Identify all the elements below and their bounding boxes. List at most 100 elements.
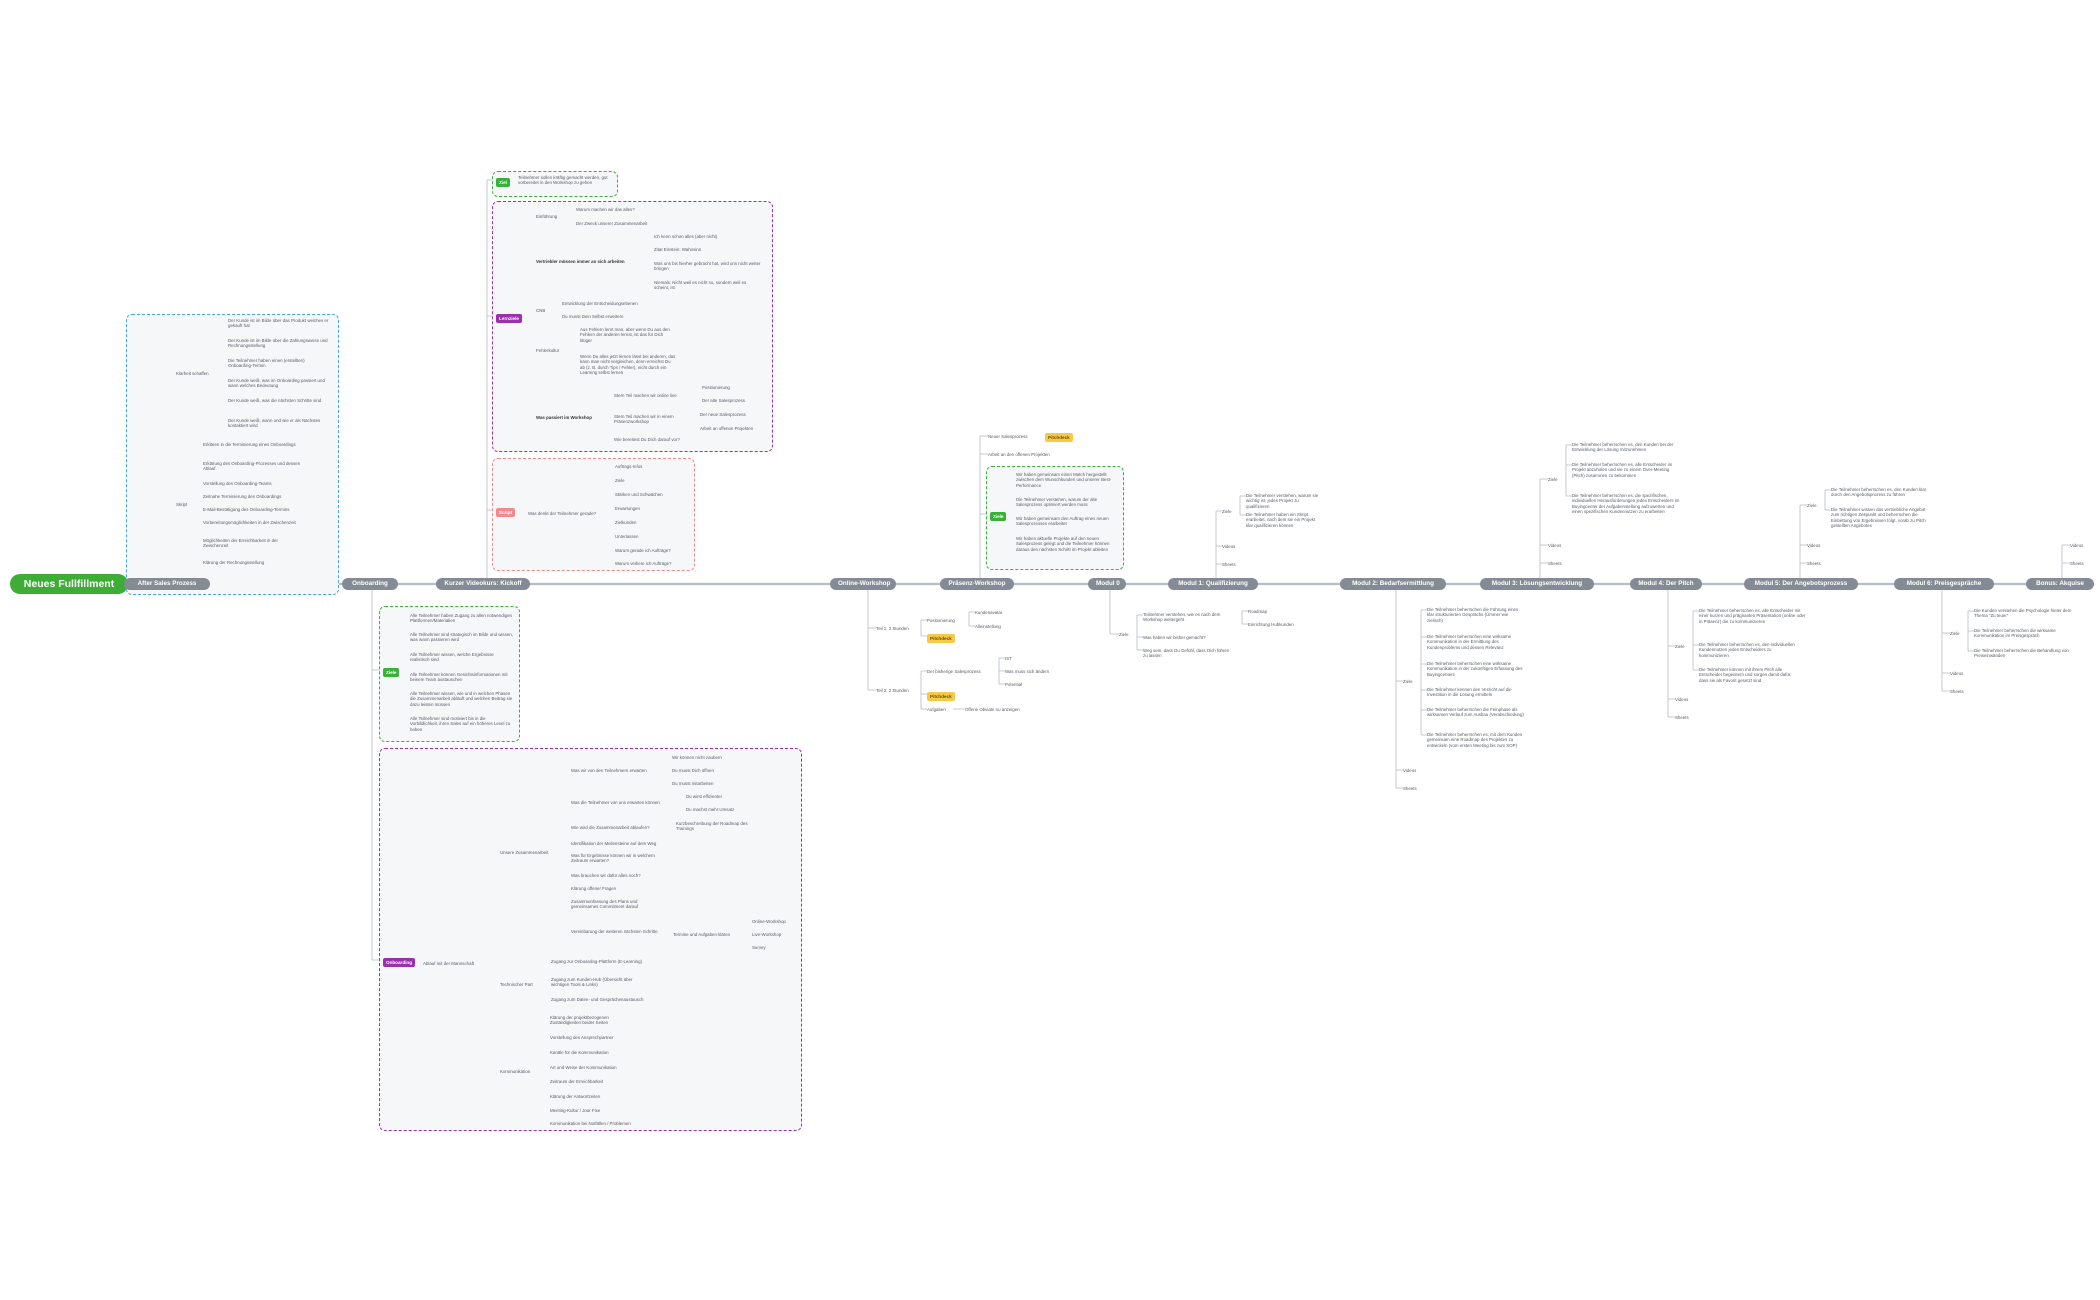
lern-was[interactable]: Was passiert im Workshop: [536, 415, 606, 420]
stage-kickoff[interactable]: Kurzer Videokurs: Kickoff: [436, 578, 530, 590]
stage-modul-5[interactable]: Modul 5: Der Angebotsprozess: [1744, 578, 1858, 590]
klarheit-item[interactable]: Der Kunde ist im Bilde über das Produkt …: [228, 318, 330, 329]
onb-erwartet[interactable]: Was wir von den Teilnehmern erwarten: [571, 768, 665, 773]
onb-termine[interactable]: Termine und Aufgaben klären: [673, 932, 747, 937]
kickoff-ziel-text[interactable]: Teilnehmer sollen kräftig gemacht werden…: [518, 175, 614, 186]
onb-komm-item[interactable]: Klärung der projektbezogenen Zuständigke…: [550, 1015, 640, 1026]
lern-vertrieb-item[interactable]: Zitat Einstein: Wahnsinn: [654, 247, 762, 252]
m1-videos[interactable]: Videos: [1222, 544, 1242, 549]
onb-komm-item[interactable]: Kommunikation bei Notfällen / Problemen: [550, 1121, 660, 1126]
lern-fehler[interactable]: Fehlerkultur: [536, 348, 570, 353]
stage-modul-6[interactable]: Modul 6: Preisgespräche: [1894, 578, 1994, 590]
m2-sheets[interactable]: Sheets: [1403, 786, 1423, 791]
m2-ziel-item[interactable]: Die Teilnehmer beherrschen eine wirksame…: [1427, 634, 1525, 650]
onb-ziel-item[interactable]: Alle Teilnehmer sind motiviert bis in di…: [410, 716, 514, 732]
script-item[interactable]: Zielkunden: [615, 520, 685, 525]
ow-teil2-a[interactable]: Der bisherige Salesprozess: [927, 669, 989, 674]
m0-ziel-item[interactable]: Was haben wir bisher gemacht?: [1143, 635, 1223, 640]
m1-ziel-item[interactable]: Die Teilnehmer verstehen, warum sie wich…: [1246, 493, 1320, 509]
onb-ziel-item[interactable]: Alle Teilnehmer wissen, welche Ergebniss…: [410, 652, 514, 663]
stage-onboarding[interactable]: Onboarding: [342, 578, 398, 590]
bonus-sheets[interactable]: Sheets: [2070, 561, 2090, 566]
m0-ziel-item[interactable]: Weg sein, dass Du Gefühl, dass Dich führ…: [1143, 648, 1231, 659]
onb-zusammenfass[interactable]: Zusammenfassung des Plans und gemeinsame…: [571, 899, 665, 910]
m2-videos[interactable]: Videos: [1403, 768, 1423, 773]
script-item[interactable]: Auftrags-Infos: [615, 464, 685, 469]
klarheit-item[interactable]: Der Kunde weiß, was im Onboarding passie…: [228, 378, 330, 389]
script-item[interactable]: Unterlassen: [615, 534, 685, 539]
lern-cnb-item[interactable]: Du musst Dein Selbst erweitern: [562, 314, 682, 319]
script-item[interactable]: Ziele: [615, 478, 685, 483]
lern-vertrieb-item[interactable]: Was uns bis hierher gebracht hat, wird u…: [654, 261, 762, 272]
m2-ziel-item[interactable]: Die Teilnehmer beherrschen eine wirksame…: [1427, 661, 1525, 677]
klarheit-label[interactable]: Klarheit schaffen: [176, 371, 224, 376]
onb-erwartet-item[interactable]: Wir können nicht zaubern: [672, 755, 742, 760]
onb-tech-item[interactable]: Zugang zur Onboarding-Plattform (E-Learn…: [551, 959, 647, 964]
script-item[interactable]: Stärken und Schwächen: [615, 492, 685, 497]
onb-ziel-item[interactable]: Alle Teilnehmer sind strategisch im Bild…: [410, 632, 514, 643]
lern-was-item[interactable]: Stern Teil machen wir in einem Präsenzwo…: [614, 414, 690, 425]
m4-videos[interactable]: Videos: [1675, 697, 1695, 702]
m5-ziele[interactable]: Ziele: [1807, 503, 1821, 508]
m0-sub[interactable]: Einrichtung Hubkunden: [1248, 622, 1314, 627]
m2-ziele[interactable]: Ziele: [1403, 679, 1417, 684]
onb-tech[interactable]: Technischer Part: [500, 982, 544, 987]
stage-bonus[interactable]: Bonus: Akquise: [2026, 578, 2094, 590]
m5-ziel-item[interactable]: Die Teilnehmer beherrschen es, den Kunde…: [1831, 487, 1931, 498]
m6-ziele[interactable]: Ziele: [1950, 631, 1964, 636]
m4-ziel-item[interactable]: Die Teilnehmer beherrschen es, den indiv…: [1699, 642, 1799, 658]
onb-ablauf[interactable]: Ablauf mit der Mannschaft: [423, 961, 489, 966]
ow-teil1[interactable]: Teil 1: 2 Stunden: [876, 626, 920, 631]
m2-ziel-item[interactable]: Die Teilnehmer beherrschen es, mit dem K…: [1427, 732, 1525, 748]
onb-ziel-item[interactable]: Alle Teilnehmer können Gesichtsinformati…: [410, 672, 514, 683]
klarheit-item[interactable]: Die Teilnehmer haben einen (erstellten) …: [228, 358, 330, 369]
m4-ziel-item[interactable]: Die Teilnehmer beherrschen es, alle Ents…: [1699, 608, 1809, 624]
lern-einf-item[interactable]: Warum machen wir das alles?: [576, 207, 696, 212]
ow-teil1-a-item[interactable]: Alleinstellung: [975, 624, 1015, 629]
onb-komm-item[interactable]: Kanäle für die Kommunikation: [550, 1050, 650, 1055]
pw-neuer[interactable]: Neuer Salesprozess: [988, 434, 1040, 439]
ow-aufgaben-item[interactable]: Offene Obviate nu anzeigen: [965, 707, 1037, 712]
ow-teil1-a-item[interactable]: Kundenavatar: [975, 610, 1015, 615]
skript-item[interactable]: Klärung der Rechnungsstellung: [203, 560, 303, 565]
m5-sheets[interactable]: Sheets: [1807, 561, 1827, 566]
praesenz-sub-item[interactable]: Der neue Salesprozess: [700, 412, 764, 417]
ow-teil2-a-item[interactable]: IST: [1005, 656, 1045, 661]
m4-sheets[interactable]: Sheets: [1675, 715, 1695, 720]
stage-modul-4[interactable]: Modul 4: Der Pitch: [1630, 578, 1702, 590]
m1-sheets[interactable]: Sheets: [1222, 562, 1242, 567]
onb-termine-item[interactable]: Online-Workshop: [752, 919, 798, 924]
skript-item[interactable]: Möglichkeiten der Erreichbarkeit in der …: [203, 538, 303, 549]
lern-fehler-item[interactable]: Aus Fehlern lernt man, aber wenn Du aus …: [580, 327, 676, 343]
onb-ablauf-zus[interactable]: Wie wird die Zusammenarbeit ablaufen?: [571, 825, 671, 830]
skript-item[interactable]: E-Mail-Bestätigung des Onboarding-Termin…: [203, 507, 303, 512]
m3-ziele[interactable]: Ziele: [1548, 477, 1562, 482]
pw-ziel-item[interactable]: Wir haben aktuelle Projekte auf den neue…: [1016, 536, 1116, 552]
m6-ziel-item[interactable]: Die Teilnehmer beherrschen die wirksame …: [1974, 628, 2074, 639]
onb-ergebnisse[interactable]: Was für Ergebnisse können wir in welchem…: [571, 853, 671, 864]
onb-roadmap[interactable]: Kurzbeschreibung der Roadmap des Trainin…: [676, 821, 764, 832]
onb-erwartet-item[interactable]: Du musst Dich öffnen: [672, 768, 742, 773]
script-item[interactable]: Warum verliere ich Aufträge?: [615, 561, 691, 566]
onb-erwarten-ttn-item[interactable]: Du wirst effizienter: [686, 794, 746, 799]
lern-vertrieb-item[interactable]: Niemals: Nicht weil es nicht so, sondern…: [654, 280, 762, 291]
lern-einf[interactable]: Einführung: [536, 214, 572, 219]
onb-ziel-item[interactable]: Alle Teilnehmer haben Zugang zu allen no…: [410, 613, 514, 624]
klarheit-item[interactable]: Der Kunde weiß, was die nächsten Schritt…: [228, 398, 330, 403]
klarheit-item[interactable]: Der Kunde weiß, wann und wie er als Näch…: [228, 418, 330, 429]
m5-videos[interactable]: Videos: [1807, 543, 1827, 548]
lern-was-item[interactable]: Stern Teil machen wir online live: [614, 393, 700, 398]
stage-modul-0[interactable]: Modul 0: [1088, 578, 1126, 590]
m0-sub[interactable]: Roadmap: [1248, 609, 1284, 614]
m4-ziele[interactable]: Ziele: [1675, 644, 1689, 649]
stage-after-sales[interactable]: After Sales Prozess: [124, 578, 210, 590]
script-item[interactable]: Erwartungen: [615, 506, 685, 511]
m3-videos[interactable]: Videos: [1548, 543, 1568, 548]
onb-ziel-item[interactable]: Alle Teilnehmer wissen, wie und in welch…: [410, 691, 514, 707]
onb-komm-item[interactable]: Vorstellung des Ansprechpartner: [550, 1035, 650, 1040]
online-sub-item[interactable]: Der alte Salesprozess: [702, 398, 762, 403]
ow-teil2-a-item[interactable]: Was muss sich ändern: [1005, 669, 1059, 674]
pw-ziel-item[interactable]: Wir haben gemeinsam den Auftrag eines ne…: [1016, 516, 1116, 527]
lern-vertrieb[interactable]: Vertriebler müssen immer an sich arbeite…: [536, 259, 646, 264]
onb-erwartet-item[interactable]: Du musst mitarbeiten: [672, 781, 742, 786]
